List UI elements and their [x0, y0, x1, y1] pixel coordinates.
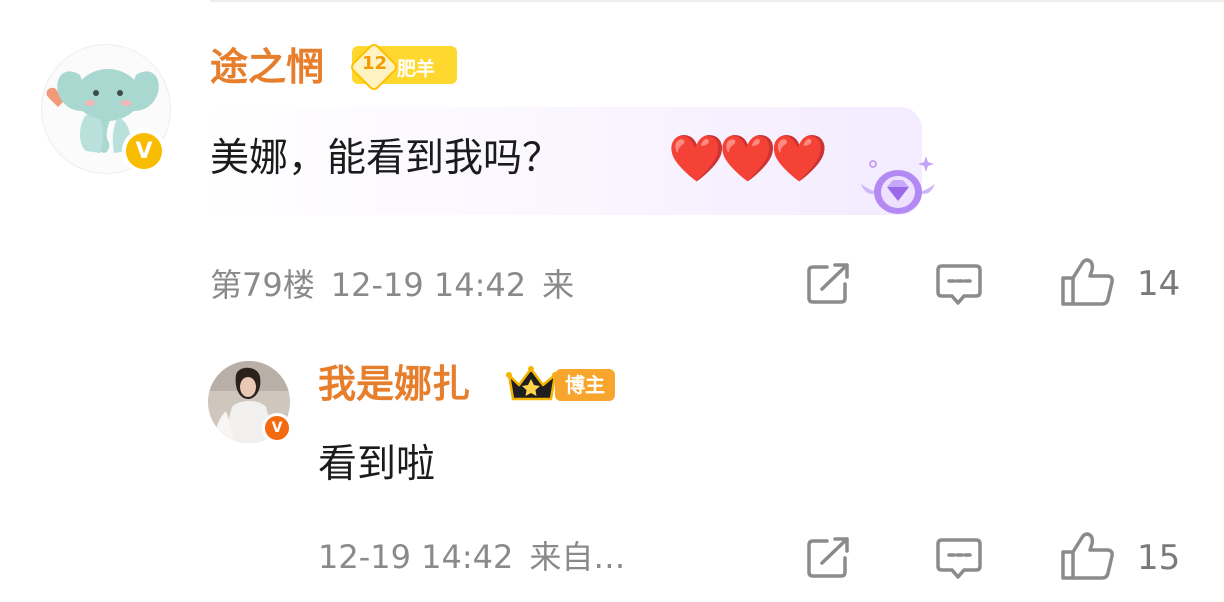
reply-time: 12-19 14:42	[318, 538, 514, 576]
user-level-number: 12	[362, 53, 388, 74]
comment-meta: 第79楼 12-19 14:42 来	[210, 269, 574, 301]
reply-source: 来自…	[529, 538, 626, 576]
user-level-badge[interactable]: 12 肥羊	[348, 41, 457, 93]
comment-text[interactable]: 美娜，能看到我吗？	[210, 139, 561, 178]
blogger-tag: 博主	[555, 369, 615, 401]
comment-item: V 途之惘 12 肥羊 美娜，能看到我吗？ ❤️❤️❤️ 第79楼 12-19 1…	[0, 0, 1224, 330]
comment-author-name[interactable]: 途之惘	[210, 48, 324, 86]
comment-icon[interactable]	[935, 262, 985, 306]
crown-icon	[506, 366, 558, 401]
reply-like-count: 15	[1137, 538, 1181, 578]
reply-share-icon[interactable]	[805, 536, 855, 580]
like-icon[interactable]	[1060, 257, 1116, 307]
reply-like-icon[interactable]	[1060, 531, 1116, 581]
user-level-tag: 肥羊	[397, 58, 436, 80]
comment-time: 12-19 14:42	[330, 266, 527, 304]
reply-verified-badge: V	[262, 413, 292, 443]
source-fade	[616, 265, 676, 305]
reply-comment-icon[interactable]	[935, 536, 985, 580]
heart-emoji-group: ❤️❤️❤️	[668, 131, 828, 185]
verified-badge: V	[122, 129, 166, 173]
blogger-badge[interactable]: 博主	[505, 365, 615, 405]
reply-meta: 12-19 14:42 来自…	[318, 541, 625, 573]
reply-author-name[interactable]: 我是娜扎	[318, 365, 470, 403]
comment-floor: 第79楼	[210, 266, 315, 304]
share-icon[interactable]	[805, 262, 855, 306]
reply-text[interactable]: 看到啦	[318, 445, 435, 484]
vip-gem-icon	[861, 156, 935, 214]
like-count: 14	[1137, 264, 1181, 304]
comment-source: 来	[542, 266, 575, 304]
